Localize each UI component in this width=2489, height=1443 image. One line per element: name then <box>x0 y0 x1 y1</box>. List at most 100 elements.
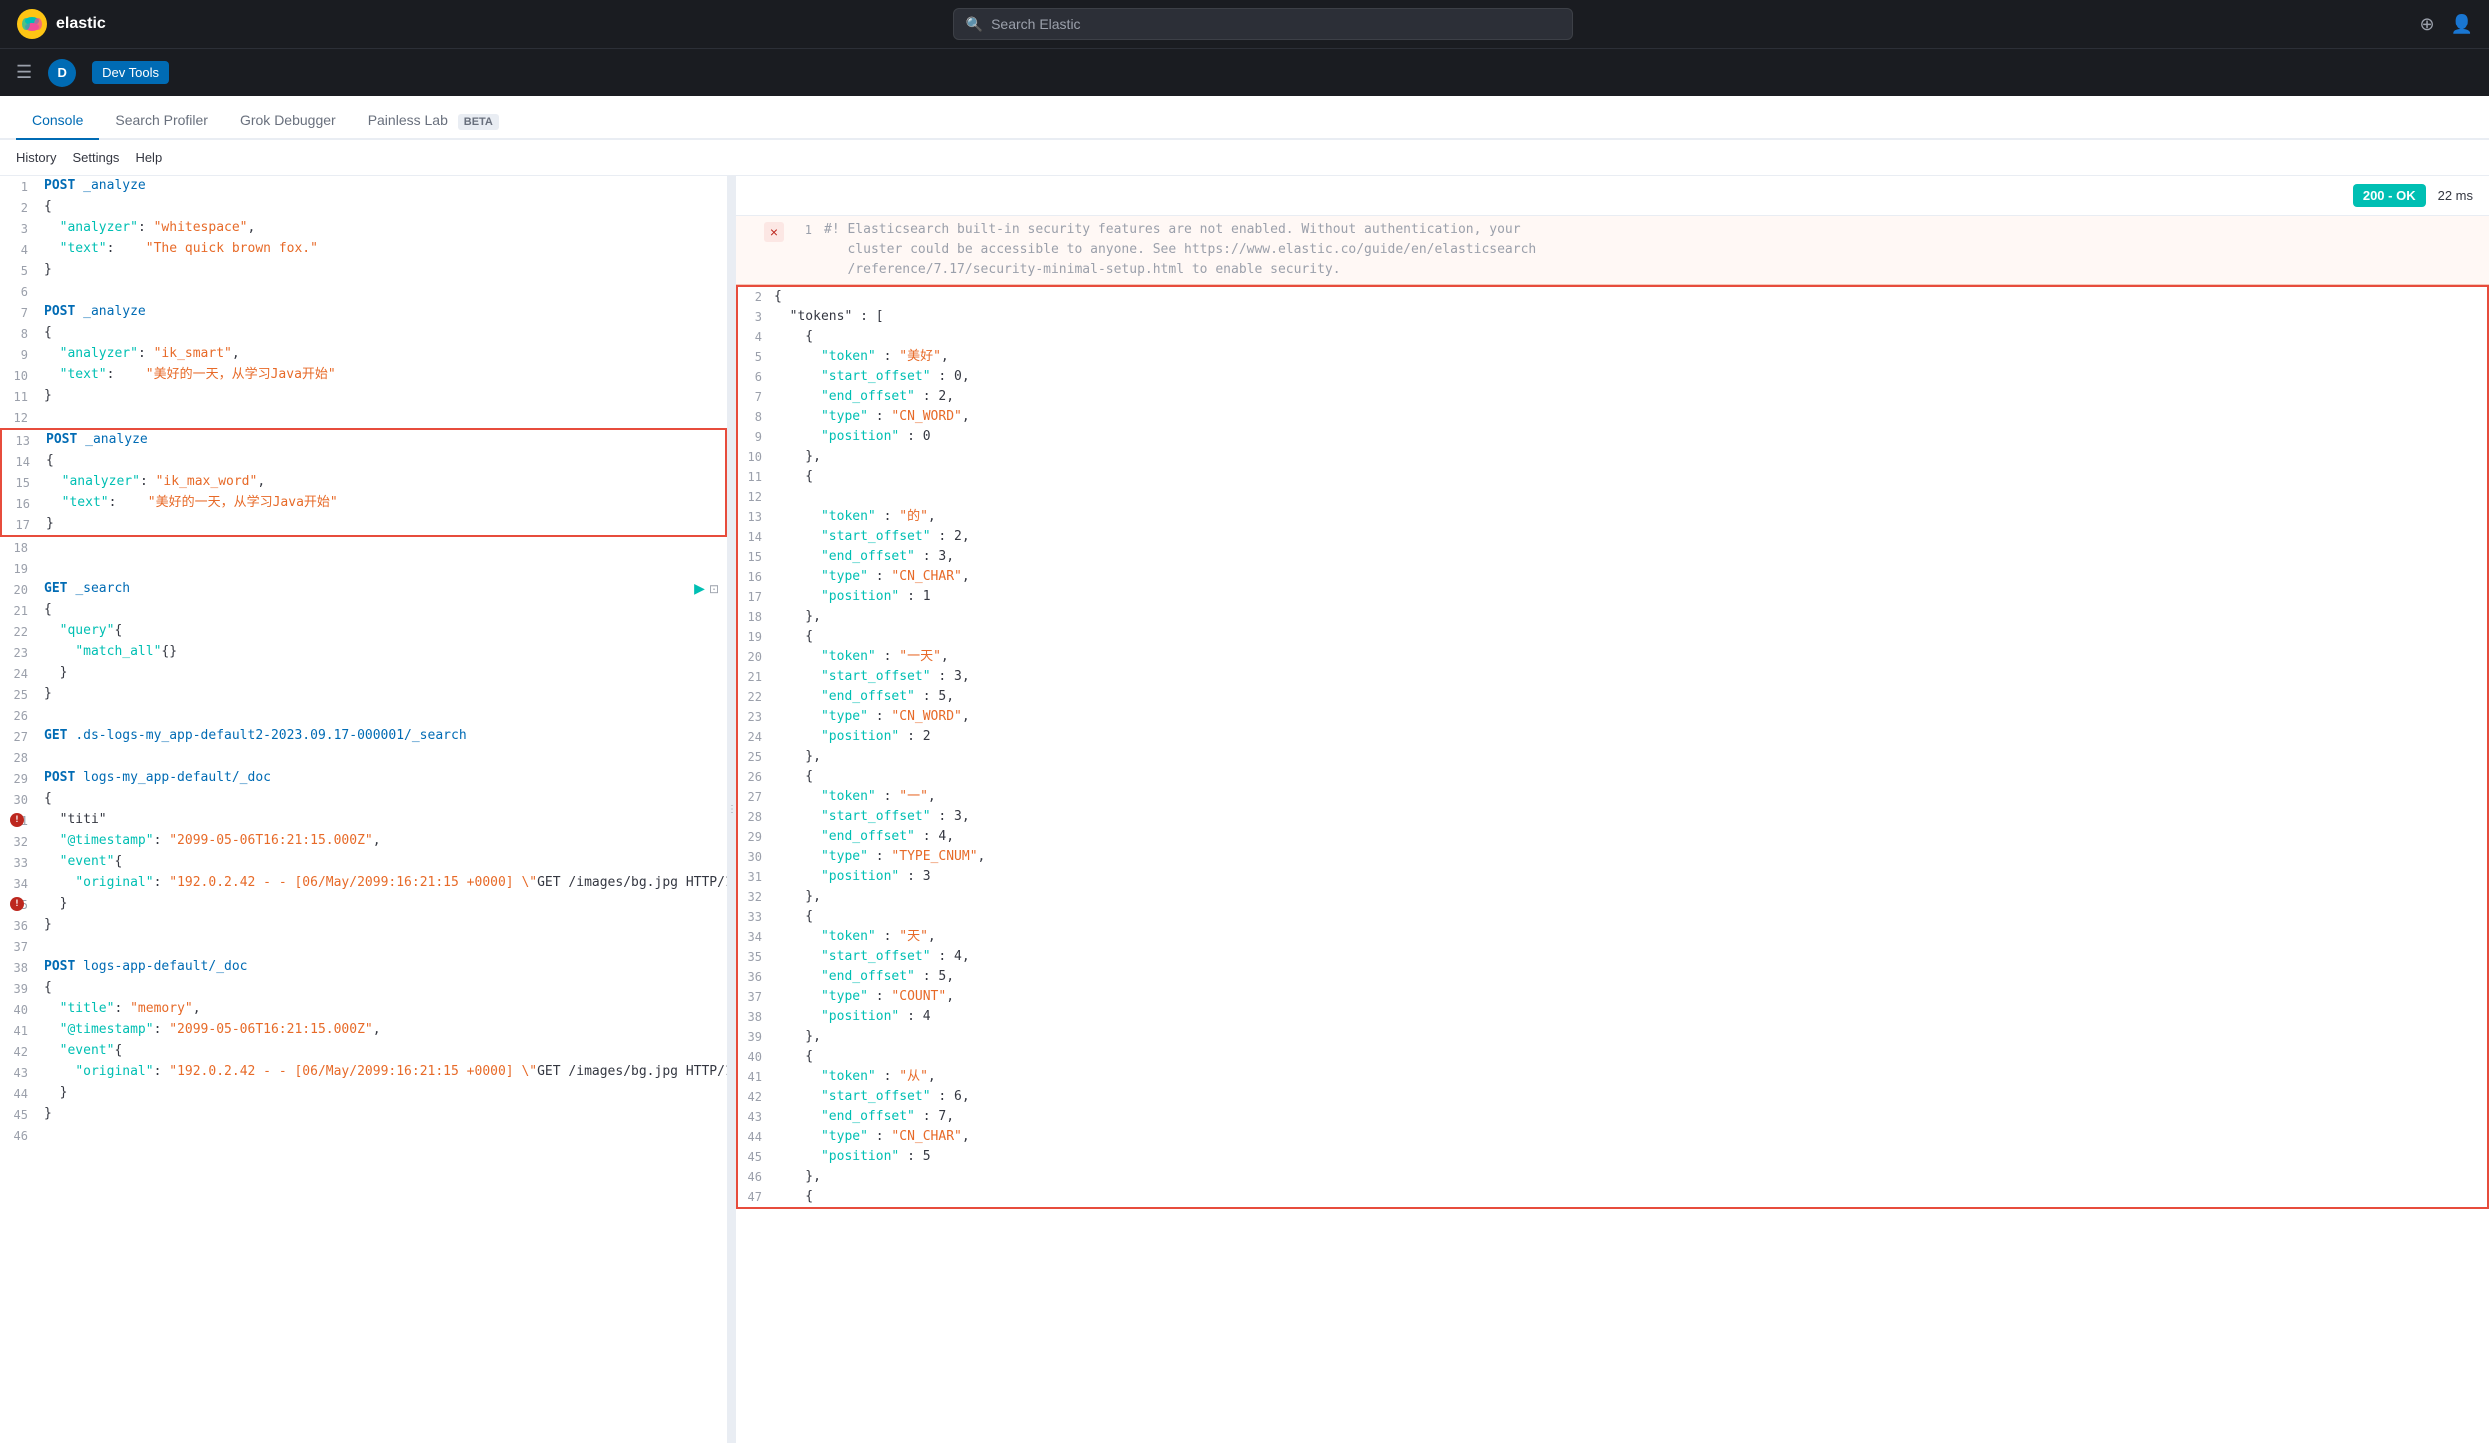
editor-line-44: 44 } <box>0 1083 727 1104</box>
editor-panel: 1 POST _analyze 2 { 3 "analyzer": "white… <box>0 176 728 1443</box>
line-content: "match_all"{} <box>40 642 727 662</box>
response-line-content: { <box>774 467 813 487</box>
line-content: "original": "192.0.2.42 - - [06/May/2099… <box>40 1062 727 1082</box>
response-line: 22 "end_offset" : 5, <box>736 687 2489 707</box>
response-line-content: { <box>774 627 813 647</box>
line-content: POST logs-app-default/_doc <box>40 957 727 977</box>
response-line-content: "position" : 5 <box>774 1147 931 1167</box>
response-line: 43 "end_offset" : 7, <box>736 1107 2489 1127</box>
line-content: } <box>40 1083 727 1103</box>
line-number: 34 <box>0 873 40 894</box>
editor-line-12: 12 <box>0 407 727 428</box>
response-line: 10 }, <box>736 447 2489 467</box>
response-comment-line: 1 #! Elasticsearch built-in security fea… <box>788 220 2489 240</box>
editor-line-27: 27 GET .ds-logs-my_app-default2-2023.09.… <box>0 726 727 747</box>
editor-line-4: 4 "text": "The quick brown fox." <box>0 239 727 260</box>
editor-line-21: 21 { <box>0 600 727 621</box>
tab-grok-debugger[interactable]: Grok Debugger <box>224 102 352 140</box>
editor-line-9: 9 "analyzer": "ik_smart", <box>0 344 727 365</box>
response-line: 6 "start_offset" : 0, <box>736 367 2489 387</box>
line-number: 4 <box>0 239 40 260</box>
response-line-content: "type" : "CN_WORD", <box>774 707 970 727</box>
response-body[interactable]: × 1 #! Elasticsearch built-in security f… <box>736 216 2489 1443</box>
response-line: 45 "position" : 5 <box>736 1147 2489 1167</box>
line-number: 29 <box>0 768 40 789</box>
line-number: 3 <box>0 218 40 239</box>
line-number: 41 <box>0 1020 40 1041</box>
editor-line-40: 40 "title": "memory", <box>0 999 727 1020</box>
response-line-content: }, <box>774 607 821 627</box>
second-navigation: ☰ D Dev Tools <box>0 48 2489 96</box>
response-line-content: "token" : "美好", <box>774 347 949 367</box>
help-button[interactable]: Help <box>135 146 162 169</box>
response-line: 9 "position" : 0 <box>736 427 2489 447</box>
editor-line-31: ! 31 "titi" <box>0 810 727 831</box>
response-line: 27 "token" : "一", <box>736 787 2489 807</box>
tab-search-profiler[interactable]: Search Profiler <box>99 102 224 140</box>
response-line: 3 "tokens" : [ <box>736 307 2489 327</box>
error-close-button[interactable]: × <box>764 222 784 242</box>
response-line: 32 }, <box>736 887 2489 907</box>
response-line: 39 }, <box>736 1027 2489 1047</box>
response-line-content: "token" : "天", <box>774 927 936 947</box>
line-number: 36 <box>0 915 40 936</box>
response-line-content: "start_offset" : 3, <box>774 807 970 827</box>
response-line: 13 "token" : "的", <box>736 507 2489 527</box>
settings-button[interactable]: Settings <box>72 146 119 169</box>
line-content: "text": "The quick brown fox." <box>40 239 727 259</box>
line-content: "event"{ <box>40 1041 727 1061</box>
line-content: } <box>40 663 727 683</box>
nav-right: ⊕ 👤 <box>2419 14 2473 35</box>
line-number: 17 <box>2 514 42 535</box>
elastic-logo[interactable]: elastic <box>16 8 106 40</box>
editor-line-39: 39 { <box>0 978 727 999</box>
response-line-content: }, <box>774 1167 821 1187</box>
history-button[interactable]: History <box>16 146 56 169</box>
error-message-block: × 1 #! Elasticsearch built-in security f… <box>736 216 2489 285</box>
user-avatar[interactable]: D <box>48 59 76 87</box>
response-line: 29 "end_offset" : 4, <box>736 827 2489 847</box>
code-editor[interactable]: 1 POST _analyze 2 { 3 "analyzer": "white… <box>0 176 727 1443</box>
response-line: 2 { <box>736 285 2489 307</box>
line-number: 28 <box>0 747 40 768</box>
hamburger-button[interactable]: ☰ <box>16 62 32 83</box>
line-content: POST _analyze <box>40 176 727 196</box>
line-number: 13 <box>2 430 42 451</box>
help-icon[interactable]: ⊕ <box>2419 14 2434 35</box>
dev-tools-badge[interactable]: Dev Tools <box>92 61 169 84</box>
editor-line-16: 16 "text": "美好的一天，从学习Java开始" <box>0 493 727 514</box>
response-line: 31 "position" : 3 <box>736 867 2489 887</box>
copy-button[interactable]: ⊡ <box>709 580 719 597</box>
search-bar-wrapper: 🔍 Search Elastic <box>122 8 2404 40</box>
line-content: "analyzer": "whitespace", <box>40 218 727 238</box>
line-number: 33 <box>0 852 40 873</box>
response-line: 30 "type" : "TYPE_CNUM", <box>736 847 2489 867</box>
editor-line-3: 3 "analyzer": "whitespace", <box>0 218 727 239</box>
panel-divider[interactable]: ⋮ <box>728 176 736 1443</box>
global-search-bar[interactable]: 🔍 Search Elastic <box>953 8 1573 40</box>
line-content: { <box>40 197 727 217</box>
response-line-content: "start_offset" : 3, <box>774 667 970 687</box>
tab-painless-lab[interactable]: Painless Lab BETA <box>352 102 515 140</box>
line-number: 12 <box>0 407 40 428</box>
response-line: 24 "position" : 2 <box>736 727 2489 747</box>
line-content: { <box>40 978 727 998</box>
beta-badge: BETA <box>458 114 499 130</box>
line-number: 45 <box>0 1104 40 1125</box>
response-comment-line: cluster could be accessible to anyone. S… <box>788 240 2489 260</box>
response-line-content: "type" : "TYPE_CNUM", <box>774 847 985 867</box>
tab-console[interactable]: Console <box>16 102 99 140</box>
run-button[interactable]: ▶ <box>694 580 705 597</box>
editor-line-6: 6 <box>0 281 727 302</box>
response-line-content: "position" : 3 <box>774 867 931 887</box>
response-line: 5 "token" : "美好", <box>736 347 2489 367</box>
line-number: 46 <box>0 1125 40 1146</box>
response-line-content: "type" : "CN_WORD", <box>774 407 970 427</box>
response-line-content: }, <box>774 747 821 767</box>
editor-line-24: 24 } <box>0 663 727 684</box>
user-icon[interactable]: 👤 <box>2451 14 2473 35</box>
editor-line-13: 13 POST _analyze <box>0 428 727 451</box>
line-content: GET .ds-logs-my_app-default2-2023.09.17-… <box>40 726 727 746</box>
editor-line-2: 2 { <box>0 197 727 218</box>
elastic-text: elastic <box>56 15 106 33</box>
